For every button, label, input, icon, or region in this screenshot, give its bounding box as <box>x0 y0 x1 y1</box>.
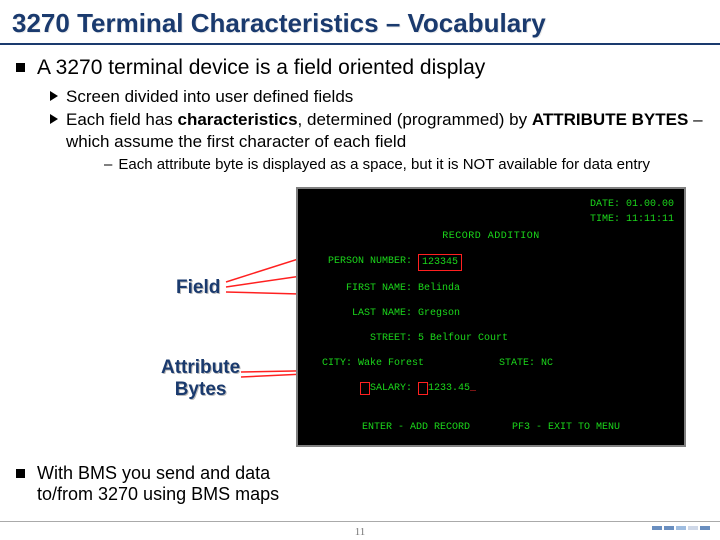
terminal-salary-value: 1233.45_ <box>418 381 476 396</box>
terminal-ln-label: LAST NAME: <box>308 306 418 321</box>
terminal-date-line: DATE: 01.00.00 <box>308 197 674 212</box>
square-bullet-icon <box>16 469 25 478</box>
terminal-screen: DATE: 01.00.00 TIME: 11:11:11 RECORD ADD… <box>296 187 686 447</box>
callout-attr-line2: Bytes <box>175 379 227 400</box>
callout-attribute-bytes: Attribute Bytes <box>161 357 240 401</box>
terminal-state-value: NC <box>541 356 553 371</box>
attr-byte-marker <box>360 382 370 395</box>
terminal-row-person: PERSON NUMBER: 123345 <box>308 254 674 271</box>
terminal-salary-label: SALARY: <box>308 381 418 396</box>
terminal-pn-value: 123345 <box>418 254 462 271</box>
terminal-pn-label: PERSON NUMBER: <box>308 254 418 271</box>
slide-title: 3270 Terminal Characteristics – Vocabula… <box>0 0 720 45</box>
attr-byte-marker <box>418 382 428 395</box>
b2b-attribute-bytes: ATTRIBUTE BYTES <box>532 110 688 129</box>
terminal-st-label: STREET: <box>308 331 418 346</box>
b2b-characteristics: characteristics <box>178 110 298 129</box>
terminal-cursor: _ <box>470 383 476 394</box>
terminal-row-salary: SALARY: 1233.45_ <box>308 381 674 396</box>
arrow-bullet-icon <box>50 114 58 124</box>
terminal-ln-value: Gregson <box>418 306 460 321</box>
terminal-row-street: STREET: 5 Belfour Court <box>308 331 674 346</box>
dash-bullet-icon: – <box>104 156 112 175</box>
terminal-row-city-state: CITY:Wake Forest STATE:NC <box>308 356 674 371</box>
arrow-bullet-icon <box>50 91 58 101</box>
terminal-time-line: TIME: 11:11:11 <box>308 212 674 227</box>
terminal-app-title: RECORD ADDITION <box>308 229 674 244</box>
b2b-pre: Each field has <box>66 110 178 129</box>
bullet3-text: Each attribute byte is displayed as a sp… <box>118 156 650 175</box>
bullet-level3: – Each attribute byte is displayed as a … <box>104 156 704 175</box>
footer-divider <box>0 521 720 522</box>
bullet-level2: Screen divided into user defined fields <box>50 86 704 107</box>
b2b-mid: , determined (programmed) by <box>298 110 532 129</box>
bullet2a-text: Screen divided into user defined fields <box>66 86 353 107</box>
terminal-fn-value: Belinda <box>418 281 460 296</box>
square-bullet-icon <box>16 63 25 72</box>
bms-text: With BMS you send and data to/from 3270 … <box>37 463 306 506</box>
callout-field: Field <box>176 277 220 299</box>
terminal-fn-label: FIRST NAME: <box>308 281 418 296</box>
bullet-level1: A 3270 terminal device is a field orient… <box>16 55 704 80</box>
callout-attr-line1: Attribute <box>161 357 240 378</box>
footer-logo-bars <box>652 526 710 530</box>
terminal-row-firstname: FIRST NAME: Belinda <box>308 281 674 296</box>
terminal-footer: ENTER - ADD RECORD PF3 - EXIT TO MENU <box>298 420 684 435</box>
terminal-st-value: 5 Belfour Court <box>418 331 508 346</box>
bullet2b-text: Each field has characteristics, determin… <box>66 109 704 152</box>
terminal-state-label: STATE: <box>491 356 541 371</box>
bullet1-text: A 3270 terminal device is a field orient… <box>37 55 485 80</box>
bullet-level2: Each field has characteristics, determin… <box>50 109 704 152</box>
terminal-city-label: CITY: <box>308 356 358 371</box>
terminal-row-lastname: LAST NAME: Gregson <box>308 306 674 321</box>
bullet-bms: With BMS you send and data to/from 3270 … <box>16 463 306 506</box>
terminal-city-value: Wake Forest <box>358 356 424 371</box>
page-number: 11 <box>355 526 366 538</box>
